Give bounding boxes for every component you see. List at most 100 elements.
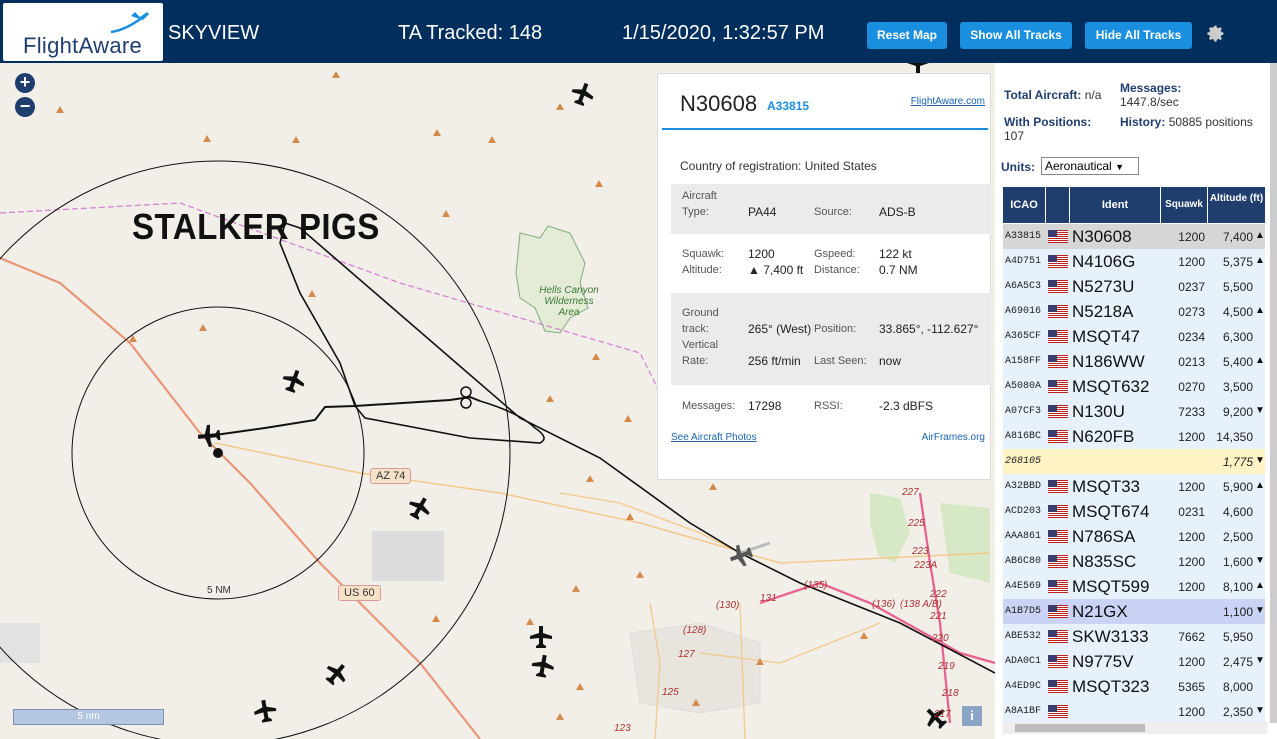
us-flag-icon (1048, 630, 1068, 643)
table-row[interactable]: AB6C80 N835SC 1200 1,600 ▼ (1003, 549, 1265, 574)
aircraft-type-value: PA44 (748, 205, 777, 219)
cell-squawk: 1200 (1178, 255, 1205, 269)
gear-icon[interactable] (1202, 20, 1226, 44)
cell-ident: N620FB (1072, 427, 1135, 446)
us-flag-icon (1048, 305, 1068, 318)
table-row[interactable]: A1B7D5 N21GX 1,100 ▼ (1003, 599, 1265, 624)
altitude-trend-icon: ▲ (1255, 355, 1265, 366)
cell-altitude: 6,300 (1222, 330, 1253, 344)
altitude-trend-icon: ▲ (1255, 255, 1265, 266)
cell-icao: ABE532 (1005, 631, 1042, 642)
aircraft-type-label: Aircraft Type: (682, 190, 717, 218)
squawk-label: Squawk: (682, 248, 725, 260)
table-row[interactable]: A33815 N30608 1200 7,400 ▲ (1003, 224, 1265, 249)
table-row[interactable]: A8A1BF 1200 2,350 ▼ (1003, 699, 1265, 724)
horizontal-scrollbar[interactable] (1003, 722, 1267, 734)
table-row[interactable]: A6A5C3 N5273U 0237 5,500 (1003, 274, 1265, 299)
us-flag-icon (1048, 555, 1068, 568)
cell-ident: MSQT33 (1072, 477, 1141, 496)
flightaware-logo[interactable]: FlightAware (3, 3, 163, 61)
flightaware-link[interactable]: FlightAware.com (911, 96, 985, 107)
cell-ident: N5273U (1072, 277, 1135, 296)
cell-ident: SKW3133 (1072, 627, 1149, 646)
hide-all-tracks-button[interactable]: Hide All Tracks (1085, 22, 1192, 49)
us-flag-icon (1048, 680, 1068, 693)
cell-altitude: 1,775 (1222, 455, 1253, 469)
info-button[interactable]: i (962, 706, 982, 726)
cell-squawk: 1200 (1178, 430, 1205, 444)
zoom-in-button[interactable]: + (15, 73, 35, 93)
us-flag-icon (1048, 280, 1068, 293)
table-row[interactable]: ADA0C1 N9775V 1200 2,475 ▼ (1003, 649, 1265, 674)
table-row[interactable]: A4E569 MSQT599 1200 8,100 ▲ (1003, 574, 1265, 599)
cell-squawk: 0213 (1178, 355, 1205, 369)
airframes-link[interactable]: AirFrames.org (922, 432, 985, 443)
header-bar: FlightAware SKYVIEW TA Tracked: 148 1/15… (0, 0, 1277, 63)
table-row[interactable]: A69016 N5218A 0273 4,500 ▲ (1003, 299, 1265, 324)
cell-icao: A5080A (1005, 381, 1042, 392)
history-value: 50885 positions (1168, 115, 1253, 129)
units-select[interactable]: Aeronautical ▼ (1041, 157, 1139, 175)
altitude-value: ▲ 7,400 ft (748, 263, 804, 277)
scroll-thumb[interactable] (1015, 724, 1145, 732)
us-flag-icon (1048, 505, 1068, 518)
wilderness-label: Hells Canyon Wilderness Area (539, 285, 599, 318)
vertical-rate-label: Vertical Rate: (682, 339, 719, 367)
us-flag-icon (1048, 230, 1068, 243)
aircraft-photos-link[interactable]: See Aircraft Photos (671, 432, 757, 443)
table-row[interactable]: A4D751 N4106G 1200 5,375 ▲ (1003, 249, 1265, 274)
cell-ident: N130U (1072, 402, 1125, 421)
col-icao[interactable]: ICAO (1003, 187, 1045, 223)
cell-altitude: 2,350 (1222, 705, 1253, 719)
sidebar: Total Aircraft: n/a Messages: 1447.8/sec… (995, 63, 1277, 739)
route-label: 218 (942, 688, 959, 699)
popup-hex[interactable]: A33815 (767, 99, 809, 113)
route-label: 223A (914, 560, 938, 571)
cell-icao: A32BBD (1005, 481, 1042, 492)
table-row[interactable]: ABE532 SKW3133 7662 5,950 (1003, 624, 1265, 649)
cell-altitude: 5,500 (1222, 280, 1253, 294)
cell-icao: A6A5C3 (1005, 281, 1042, 292)
table-row[interactable]: A816BC N620FB 1200 14,350 (1003, 424, 1265, 449)
last-seen-value: now (879, 354, 902, 368)
cell-icao: A1B7D5 (1005, 606, 1042, 617)
cell-icao: ACD203 (1005, 506, 1042, 517)
cell-squawk: 1200 (1178, 480, 1205, 494)
cell-squawk: 0231 (1178, 505, 1205, 519)
chevron-down-icon: ▼ (1115, 162, 1124, 172)
table-row[interactable]: 268105 1,775 ▼ (1003, 449, 1265, 474)
us-flag-icon (1048, 380, 1068, 393)
gspeed-value: 122 kt (879, 247, 912, 261)
route-label: 227 (902, 487, 919, 498)
table-row[interactable]: ACD203 MSQT674 0231 4,600 (1003, 499, 1265, 524)
us-flag-icon (1048, 605, 1068, 618)
cell-squawk: 5365 (1178, 680, 1205, 694)
cell-icao: A4D751 (1005, 256, 1042, 267)
cell-altitude: 7,400 (1222, 230, 1253, 244)
cell-altitude: 4,600 (1222, 505, 1253, 519)
col-altitude[interactable]: Altitude (ft) (1208, 187, 1265, 223)
table-row[interactable]: AAA861 N786SA 1200 2,500 (1003, 524, 1265, 549)
table-row[interactable]: A365CF MSQT47 0234 6,300 (1003, 324, 1265, 349)
vertical-scrollbar[interactable] (1270, 63, 1277, 723)
cell-ident: MSQT599 (1072, 577, 1150, 596)
col-squawk[interactable]: Squawk (1161, 187, 1207, 223)
cell-icao: AB6C80 (1005, 556, 1042, 567)
table-row[interactable]: A07CF3 N130U 7233 9,200 ▼ (1003, 399, 1265, 424)
table-row[interactable]: A5080A MSQT632 0270 3,500 (1003, 374, 1265, 399)
col-flag[interactable] (1046, 187, 1069, 223)
reset-map-button[interactable]: Reset Map (867, 22, 947, 49)
table-row[interactable]: A158FF N186WW 0213 5,400 ▲ (1003, 349, 1265, 374)
cell-icao: A4E569 (1005, 581, 1042, 592)
col-ident[interactable]: Ident (1070, 187, 1160, 223)
table-row[interactable]: A4ED9C MSQT323 5365 8,000 (1003, 674, 1265, 699)
table-row[interactable]: A32BBD MSQT33 1200 5,900 ▲ (1003, 474, 1265, 499)
show-all-tracks-button[interactable]: Show All Tracks (960, 22, 1072, 49)
cell-squawk: 1200 (1178, 555, 1205, 569)
popup-section-track: Ground track: 265° (West) Position: 33.8… (671, 293, 991, 385)
route-label: 131 (760, 593, 777, 604)
logo-text: FlightAware (23, 33, 143, 58)
route-label: 222 (930, 589, 947, 600)
zoom-out-button[interactable]: − (15, 97, 35, 117)
cell-ident: MSQT47 (1072, 327, 1141, 346)
